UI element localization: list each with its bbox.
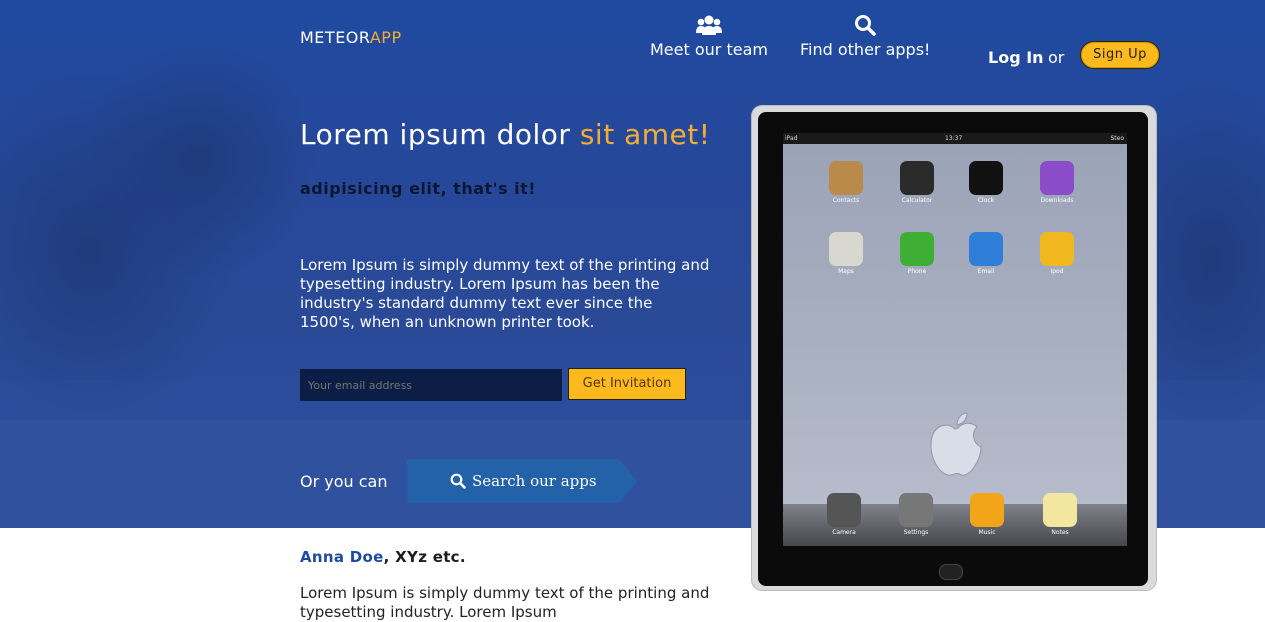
phone-icon xyxy=(900,232,934,266)
testimonial-author: Anna Doe, XYz etc. xyxy=(300,548,466,566)
settings-icon xyxy=(899,493,933,527)
search-icon xyxy=(450,473,466,489)
app-label: Settings xyxy=(903,529,929,536)
app-label: Ipod xyxy=(1050,268,1064,275)
contacts-icon xyxy=(829,161,863,195)
or-you-can-text: Or you can xyxy=(300,472,388,491)
nav-find-apps-label: Find other apps! xyxy=(800,40,931,59)
dock-settings: Settings xyxy=(891,493,941,536)
hero-paragraph: Lorem Ipsum is simply dummy text of the … xyxy=(300,256,710,331)
status-time: 13:37 xyxy=(945,135,963,142)
app-label: Calculator xyxy=(901,197,933,204)
app-phone: Phone xyxy=(892,232,942,275)
email-input[interactable] xyxy=(300,369,562,401)
ipad-status-bar: iPad 13:37 Steo xyxy=(783,133,1127,144)
dock-music: Music xyxy=(962,493,1012,536)
app-email: Email xyxy=(961,232,1011,275)
testimonial-text: Lorem Ipsum is simply dummy text of the … xyxy=(300,584,710,621)
users-icon xyxy=(695,15,722,35)
downloads-icon xyxy=(1040,161,1074,195)
nav-find-apps[interactable]: Find other apps! xyxy=(800,14,930,59)
app-label: Downloads xyxy=(1040,197,1074,204)
app-label: Email xyxy=(977,268,995,275)
brand-logo[interactable]: METEORAPP xyxy=(300,28,402,47)
app-clock: Clock xyxy=(961,161,1011,204)
signup-button[interactable]: Sign Up xyxy=(1080,41,1160,69)
hero-headline: Lorem ipsum dolor sit amet! xyxy=(300,118,711,151)
home-button xyxy=(939,564,963,580)
app-maps: Maps xyxy=(821,232,871,275)
app-contacts: Contacts xyxy=(821,161,871,204)
app-ipod: Ipod xyxy=(1032,232,1082,275)
nav-meet-team[interactable]: Meet our team xyxy=(650,14,768,59)
dock-camera: Camera xyxy=(819,493,869,536)
app-label: Camera xyxy=(832,529,856,536)
get-invitation-button[interactable]: Get Invitation xyxy=(568,368,686,400)
app-calculator: Calculator xyxy=(892,161,942,204)
search-apps-button[interactable]: Search our apps xyxy=(407,459,637,503)
app-label: Contacts xyxy=(832,197,860,204)
music-icon xyxy=(970,493,1004,527)
ipad-screen: iPad 13:37 Steo Contacts Calculator Cloc… xyxy=(783,133,1127,546)
notes-icon xyxy=(1043,493,1077,527)
search-icon xyxy=(855,15,876,36)
ipad-bezel: iPad 13:37 Steo Contacts Calculator Cloc… xyxy=(758,112,1148,586)
maps-icon xyxy=(829,232,863,266)
app-label: Phone xyxy=(907,268,927,275)
app-label: Notes xyxy=(1051,529,1069,536)
app-label: Clock xyxy=(977,197,995,204)
app-label: Music xyxy=(978,529,996,536)
hero-subheadline: adipisicing elit, that's it! xyxy=(300,179,537,198)
ipod-icon xyxy=(1040,232,1074,266)
email-icon xyxy=(969,232,1003,266)
nav-meet-team-label: Meet our team xyxy=(650,40,768,59)
status-carrier: Steo xyxy=(1110,135,1124,142)
ipad-mockup: iPad 13:37 Steo Contacts Calculator Cloc… xyxy=(752,106,1156,590)
status-device: iPad xyxy=(785,135,798,142)
login-link[interactable]: Log In xyxy=(988,48,1044,67)
apple-logo-icon xyxy=(930,412,982,476)
clock-icon xyxy=(969,161,1003,195)
camera-icon xyxy=(827,493,861,527)
app-label: Maps xyxy=(838,268,854,275)
or-text: or xyxy=(1048,48,1065,67)
calculator-icon xyxy=(900,161,934,195)
app-downloads: Downloads xyxy=(1032,161,1082,204)
dock-notes: Notes xyxy=(1035,493,1085,536)
search-apps-label: Search our apps xyxy=(472,472,597,490)
